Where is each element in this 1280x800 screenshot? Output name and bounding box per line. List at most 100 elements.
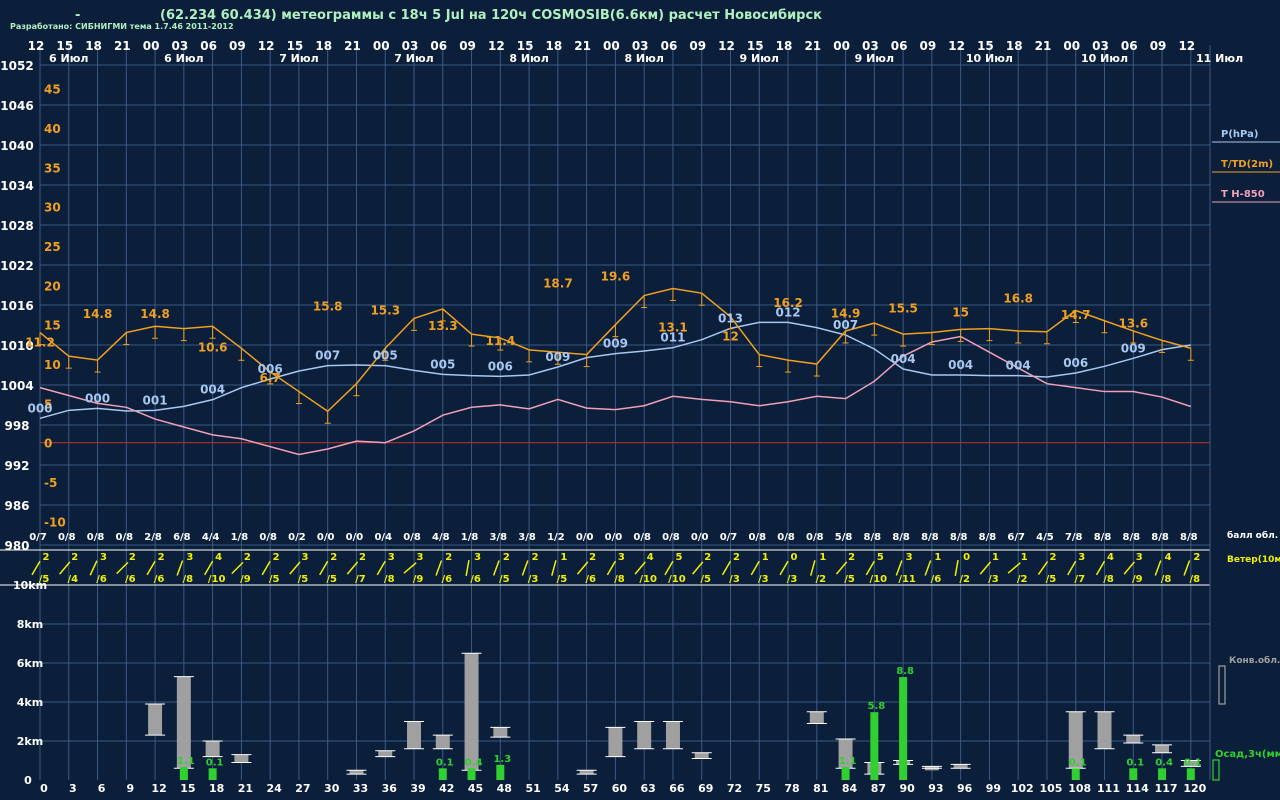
cloud-cover-value: 0/0 [691,532,709,543]
wind-speed: 2 [158,552,165,563]
cloud-cover-value: 6/7 [1007,532,1025,543]
pressure-tick: 1040 [0,139,33,153]
hour-label: 21 [1035,39,1052,53]
wind-gust: /6 [585,574,596,585]
day-label: 10 Июл [1081,52,1128,65]
wind-speed: 2 [733,552,740,563]
temperature-tick: 15 [44,319,61,333]
wind-speed: 3 [1078,552,1085,563]
forecast-hour-label: 36 [382,782,398,795]
wind-speed: 0 [791,552,798,563]
temperature-value-label: 15.3 [370,303,400,317]
hour-label: 00 [603,39,620,53]
precip-bar [438,768,447,780]
wind-speed: 4 [1165,552,1172,563]
temperature-value-label: 15.5 [888,302,918,316]
cloud-cover-value: 0/7 [720,532,738,543]
precip-bar [899,677,908,780]
forecast-hour-label: 42 [439,782,454,795]
wind-speed: 2 [589,552,596,563]
forecast-hour-label: 3 [69,782,77,795]
pressure-tick: 986 [4,499,29,513]
day-label: 7 Июл [394,52,433,65]
pressure-tick: 1052 [0,59,33,73]
hour-label: 06 [1121,39,1138,53]
day-label: 6 Июл [49,52,88,65]
cloud-bar [1126,735,1141,743]
cloud-cover-value: 8/8 [1094,532,1112,543]
precip-bar [1071,768,1080,780]
wind-gust: /7 [355,574,366,585]
temperature-tick: 10 [44,358,61,372]
precip-value: 5.8 [867,701,885,712]
precip-value: 0.4 [1155,757,1173,768]
wind-speed: 2 [43,552,50,563]
pressure-tick: 1004 [0,379,33,393]
cloud-cover-label: балл обл. [1227,530,1278,541]
hour-label: 09 [229,39,246,53]
temperature-tick: 35 [44,161,61,175]
forecast-hour-label: 66 [669,782,685,795]
hour-label: 21 [344,39,361,53]
height-tick: 2km [17,735,43,748]
forecast-hour-label: 21 [238,782,253,795]
hour-label: 09 [920,39,937,53]
header-dash: - [75,8,80,23]
wind-speed: 3 [1136,552,1143,563]
forecast-hour-label: 72 [727,782,742,795]
pressure-value-label: 007 [833,318,858,332]
cloud-cover-value: 0/8 [58,532,76,543]
wind-speed: 1 [992,552,999,563]
temperature-tick: 0 [44,437,52,451]
wind-gust: /4 [67,574,78,585]
temperature-value-label: 12 [722,329,739,343]
hour-label: 18 [1006,39,1023,53]
pressure-value-label: 012 [776,305,801,319]
wind-speed: 2 [445,552,452,563]
pressure-value-label: 004 [200,383,225,397]
cloud-cover-value: 8/8 [979,532,997,543]
wind-gust: /2 [1017,574,1028,585]
day-label: 6 Июл [164,52,203,65]
wind-speed: 3 [100,552,107,563]
hour-label: 00 [373,39,390,53]
pressure-value-label: 005 [373,349,398,363]
cloud-bar [1097,711,1112,749]
wind-gust: /6 [96,574,107,585]
wind-gust: /8 [183,574,194,585]
cloud-cover-value: 0/0 [576,532,594,543]
cloud-bar [148,703,163,736]
wind-gust: /3 [528,574,539,585]
precip-value: 0.1 [1184,757,1202,768]
meteogram-canvas: - (62.234 60.434) метеограммы с 18ч 5 Ju… [0,0,1280,800]
cloud-cover-value: 8/8 [864,532,882,543]
wind-gust: /10 [870,574,888,585]
wind-speed: 4 [1107,552,1114,563]
pressure-tick: 1016 [0,299,33,313]
cloud-bar [464,653,479,771]
hour-label: 12 [718,39,735,53]
wind-gust: /6 [441,574,452,585]
wind-speed: 2 [71,552,78,563]
pressure-value-label: 007 [315,349,340,363]
wind-speed: 2 [532,552,539,563]
cloud-cover-value: 4/8 [432,532,450,543]
hour-label: 15 [747,39,764,53]
cloud-cover-value: 7/8 [1065,532,1083,543]
cloud-cover-value: 1/2 [547,532,565,543]
cloud-cover-value: 8/8 [921,532,939,543]
pressure-value-label: 000 [85,391,110,405]
wind-gust: /5 [844,574,855,585]
hour-label: 00 [143,39,160,53]
cloud-cover-value: 0/2 [288,532,306,543]
forecast-hour-label: 108 [1068,782,1091,795]
wind-gust: /5 [298,574,309,585]
height-tick: 6km [17,657,43,670]
cloud-bar [176,676,191,769]
hour-label: 21 [114,39,131,53]
hour-label: 06 [661,39,678,53]
wind-gust: /6 [470,574,481,585]
forecast-hour-label: 87 [871,782,886,795]
cloud-cover-value: 0/8 [633,532,651,543]
day-label: 8 Июл [509,52,548,65]
